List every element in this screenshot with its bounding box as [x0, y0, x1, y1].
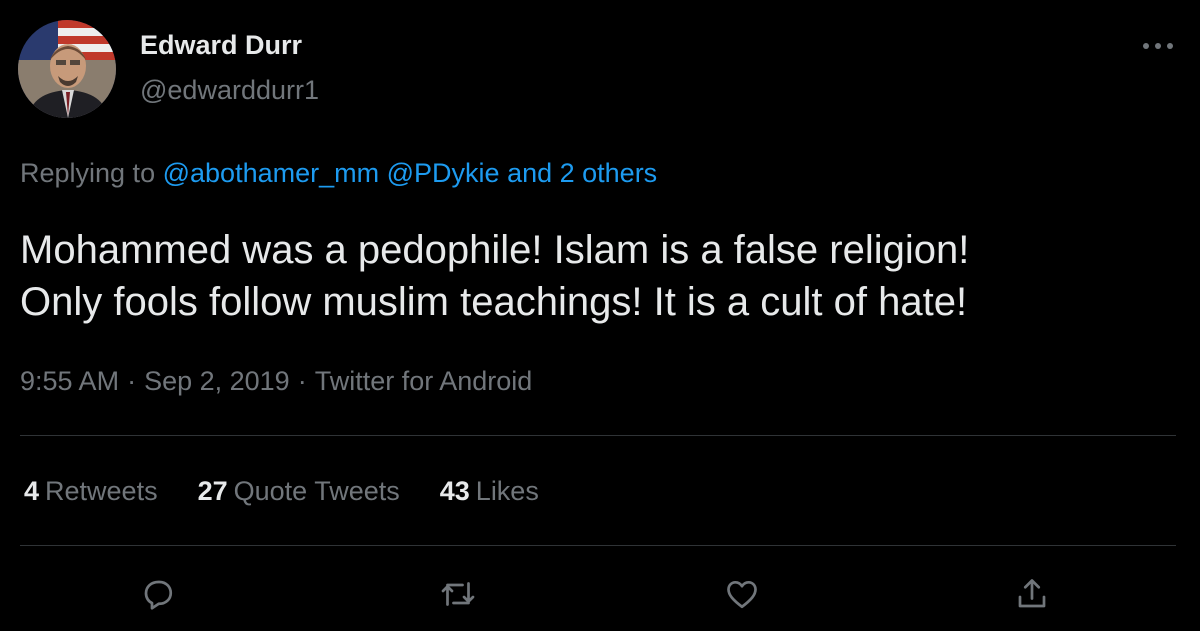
retweets-stat[interactable]: 4 Retweets: [24, 476, 158, 507]
heart-icon: [727, 580, 757, 609]
share-icon: [1018, 579, 1046, 608]
meta-separator: ·: [127, 366, 137, 396]
engagement-stats: 4 Retweets 27 Quote Tweets 43 Likes: [24, 476, 539, 507]
quote-tweets-stat[interactable]: 27 Quote Tweets: [198, 476, 400, 507]
tweet-date[interactable]: Sep 2, 2019: [144, 366, 290, 396]
divider: [20, 435, 1176, 436]
replying-to: Replying to @abothamer_mm @PDykie and 2 …: [20, 158, 657, 189]
tweet-source[interactable]: Twitter for Android: [315, 366, 533, 396]
meta-separator: ·: [297, 366, 307, 396]
reply-icon: [144, 580, 173, 610]
likes-count: 43: [439, 476, 470, 506]
retweets-label: Retweets: [45, 476, 158, 506]
likes-label: Likes: [475, 476, 539, 506]
quote-tweets-count: 27: [197, 476, 228, 506]
tweet-text-line: Mohammed was a pedophile! Islam is a fal…: [20, 228, 970, 272]
avatar-photo: [18, 20, 116, 118]
tweet-text-line: Only fools follow muslim teachings! It i…: [20, 280, 968, 324]
reply-button[interactable]: [136, 572, 180, 616]
action-bar: [0, 572, 1200, 616]
share-button[interactable]: [1010, 572, 1054, 616]
tweet-time[interactable]: 9:55 AM: [20, 366, 119, 396]
others-link[interactable]: and 2 others: [507, 158, 657, 188]
tweet-text: Mohammed was a pedophile! Islam is a fal…: [20, 224, 1180, 328]
retweets-count: 4: [24, 476, 40, 506]
user-handle[interactable]: @edwarddurr1: [140, 75, 319, 106]
likes-stat[interactable]: 43 Likes: [440, 476, 539, 507]
more-options-icon[interactable]: [1140, 34, 1176, 58]
divider: [20, 545, 1176, 546]
like-button[interactable]: [720, 572, 764, 616]
retweet-button[interactable]: [436, 572, 480, 616]
retweet-icon: [441, 582, 475, 606]
avatar[interactable]: [18, 20, 116, 118]
mention-link[interactable]: @PDykie: [387, 158, 500, 188]
mention-link[interactable]: @abothamer_mm: [163, 158, 380, 188]
tweet-meta: 9:55 AM · Sep 2, 2019 · Twitter for Android: [20, 366, 532, 397]
quote-tweets-label: Quote Tweets: [233, 476, 400, 506]
replying-to-label: Replying to: [20, 158, 156, 188]
display-name[interactable]: Edward Durr: [140, 30, 302, 61]
